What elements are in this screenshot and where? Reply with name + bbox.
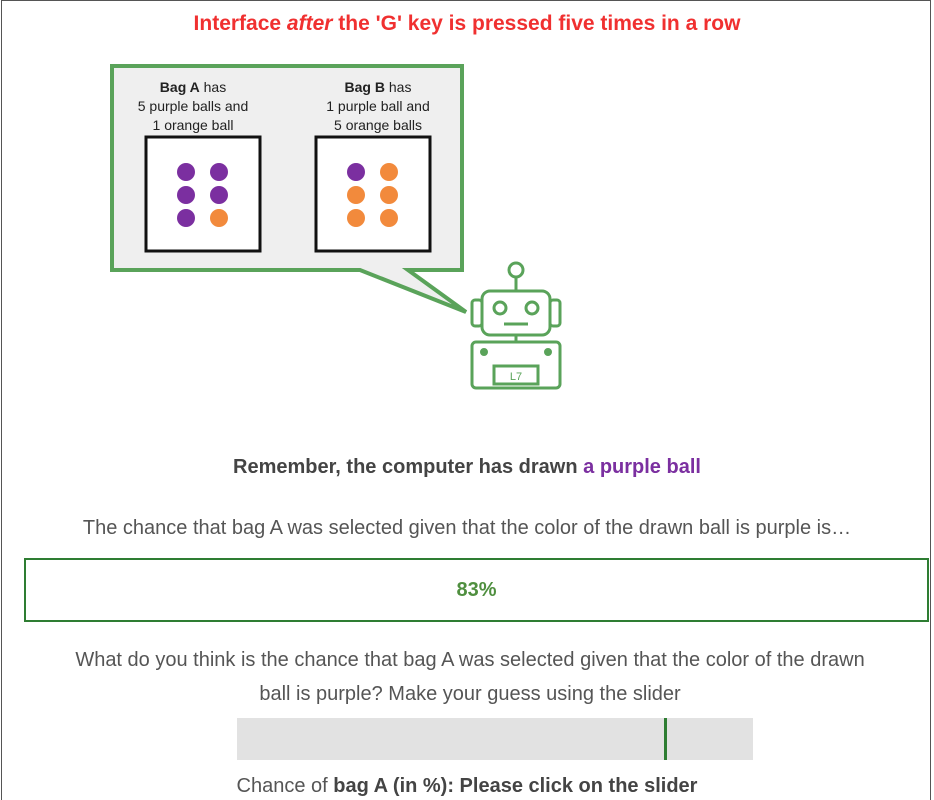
ball-purple — [210, 186, 228, 204]
bag-b-name: Bag B — [344, 79, 385, 95]
ball-purple — [177, 163, 195, 181]
ball-purple — [347, 163, 365, 181]
guess-question-line1: What do you think is the chance that bag… — [75, 649, 865, 671]
robot-left-bolt — [480, 348, 488, 356]
guess-slider[interactable] — [237, 718, 753, 760]
bag-a-line3: 1 orange ball — [152, 117, 234, 133]
bag-a-box — [144, 135, 262, 253]
ball-orange — [380, 163, 398, 181]
robot-head — [480, 289, 552, 337]
ball-orange — [210, 209, 228, 227]
bag-b-box — [314, 135, 432, 253]
slider-caption-prefix: Chance of — [236, 775, 334, 797]
robot-right-eye — [524, 300, 540, 316]
remember-text: Remember, the computer has drawn a purpl… — [0, 456, 934, 479]
answer-box: 83% — [24, 558, 929, 622]
bag-b-label: Bag B has 1 purple ball and 5 orange bal… — [298, 78, 458, 135]
slider-thumb[interactable] — [664, 718, 667, 760]
remember-highlight: a purple ball — [583, 456, 701, 478]
robot-right-bolt — [544, 348, 552, 356]
guess-question: What do you think is the chance that bag… — [10, 643, 930, 711]
bag-a-has: has — [199, 79, 227, 95]
slider-caption-bold: bag A (in %): Please click on the slider — [333, 775, 698, 797]
bag-b-has: has — [384, 79, 412, 95]
page-heading: Interface after the 'G' key is pressed f… — [0, 12, 934, 36]
ball-orange — [380, 209, 398, 227]
bag-a-label: Bag A has 5 purple balls and 1 orange ba… — [118, 78, 268, 135]
ball-orange — [380, 186, 398, 204]
ball-orange — [347, 186, 365, 204]
robot-right-ear — [548, 298, 562, 328]
heading-emphasis: after — [286, 12, 333, 35]
bag-b-line2: 1 purple ball and — [326, 98, 430, 114]
bag-a-name: Bag A — [159, 79, 200, 95]
bag-a-line2: 5 purple balls and — [137, 98, 249, 114]
robot-left-eye — [492, 300, 508, 316]
ball-orange — [347, 209, 365, 227]
ball-purple — [210, 163, 228, 181]
guess-question-line2: ball is purple? Make your guess using th… — [259, 683, 681, 705]
remember-prefix: Remember, the computer has drawn — [233, 456, 584, 478]
heading-prefix: Interface — [193, 12, 287, 35]
ball-purple — [177, 209, 195, 227]
robot-left-ear — [470, 298, 484, 328]
robot-label: L7 — [510, 371, 522, 383]
slider-caption: Chance of bag A (in %): Please click on … — [0, 775, 934, 798]
answer-value: 83% — [456, 578, 497, 601]
posterior-statement: The chance that bag A was selected given… — [82, 517, 852, 539]
bag-b-line3: 5 orange balls — [334, 117, 422, 133]
ball-purple — [177, 186, 195, 204]
heading-suffix: the 'G' key is pressed five times in a r… — [332, 12, 741, 35]
robot-antenna-ball — [507, 261, 525, 279]
robot-icon: L7 — [470, 261, 562, 390]
